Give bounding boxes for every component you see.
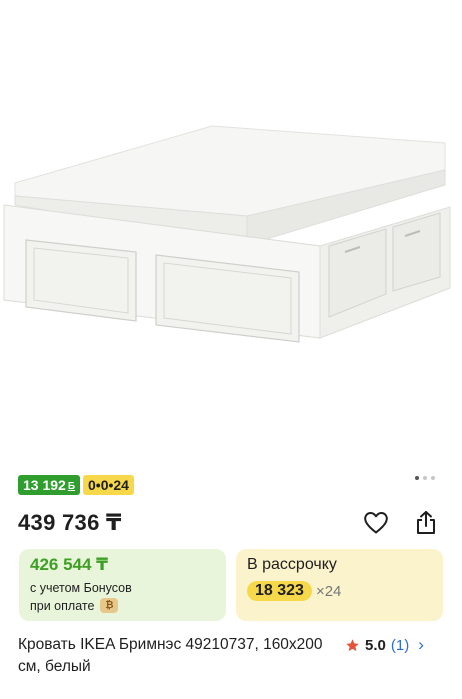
bonus-note-line2-wrap: при оплате ₿ xyxy=(30,598,119,614)
coin-icon: ₿ xyxy=(100,598,119,614)
bonus-price: 426 544 ₸ xyxy=(30,555,109,574)
review-count[interactable]: (1) xyxy=(391,637,409,654)
bonus-note-line1: с учетом Бонусов xyxy=(30,581,132,595)
installment-row: 18 323 ×24 xyxy=(247,581,341,601)
gallery-dot-1[interactable] xyxy=(415,476,419,480)
bonus-badge: 13 192 Б xyxy=(18,475,81,495)
rating-link[interactable]: 5.0 (1) › xyxy=(345,634,424,656)
bonus-badge-value: 13 192 xyxy=(23,477,66,493)
share-icon xyxy=(417,511,435,534)
rating-value: 5.0 xyxy=(365,636,386,654)
product-name: Кровать IKEA Бримнэс 49210737, 160x200 с… xyxy=(18,636,323,675)
badges-row: 13 192 Б 0•0•24 xyxy=(18,475,134,495)
installment-amount: 18 323 xyxy=(247,581,312,601)
share-button[interactable] xyxy=(412,509,440,537)
product-price: 439 736 ₸ xyxy=(18,510,122,535)
installment-badge: 0•0•24 xyxy=(83,475,134,495)
bonus-price-card[interactable]: 426 544 ₸ с учетом Бонусов при оплате ₿ xyxy=(19,549,226,621)
bonus-note-line2: при оплате xyxy=(30,599,95,613)
installment-months: ×24 xyxy=(315,582,342,600)
installment-card[interactable]: В рассрочку 18 323 ×24 xyxy=(236,549,443,621)
favorite-button[interactable] xyxy=(362,509,390,537)
heart-icon xyxy=(364,512,388,534)
installment-title: В рассрочку xyxy=(247,556,337,573)
gallery-dot-3[interactable] xyxy=(431,476,435,480)
bonus-badge-symbol: Б xyxy=(67,481,76,492)
chevron-right-icon[interactable]: › xyxy=(418,635,424,655)
product-actions xyxy=(362,509,440,537)
gallery-pagination[interactable] xyxy=(415,476,435,480)
star-icon xyxy=(346,638,359,651)
product-image[interactable] xyxy=(0,0,462,462)
bed-image xyxy=(3,125,451,343)
gallery-dot-2[interactable] xyxy=(423,476,427,480)
